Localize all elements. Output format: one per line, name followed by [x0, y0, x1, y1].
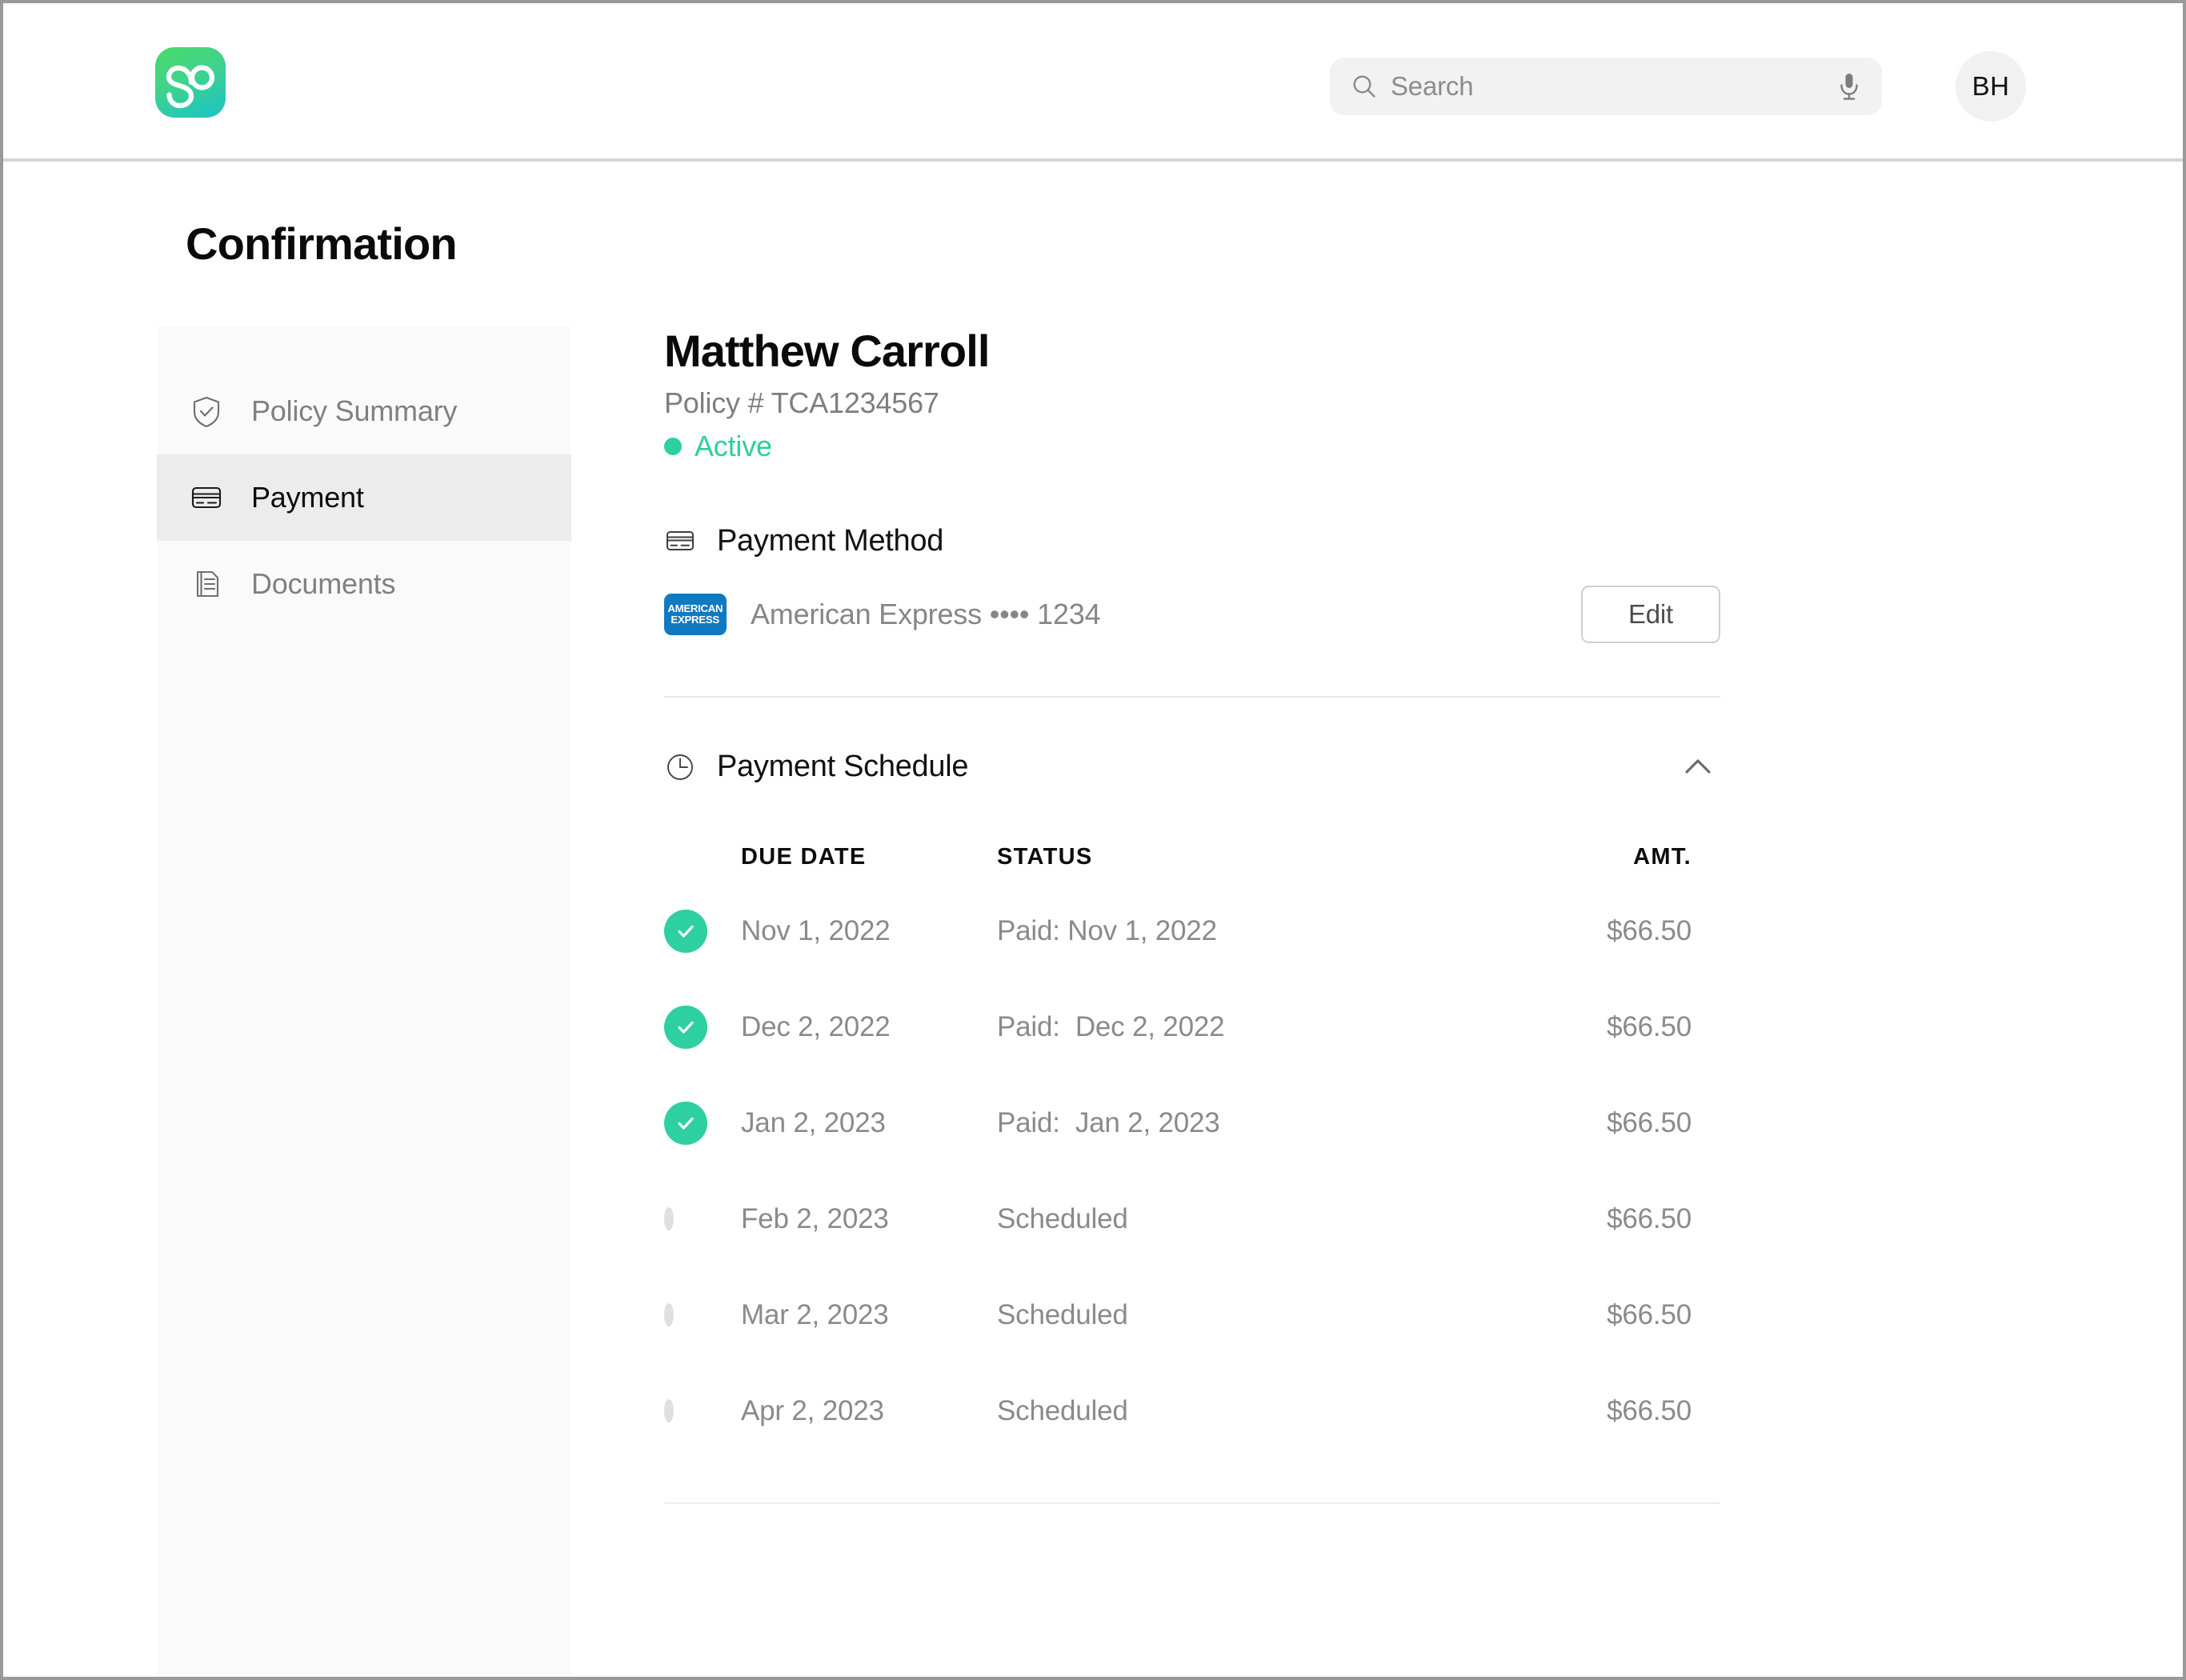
cell-amount: $66.50 — [1607, 1394, 1692, 1426]
sidebar-item-label: Payment — [251, 481, 364, 514]
search-bar[interactable] — [1330, 58, 1882, 115]
column-header-due-date: DUE DATE — [741, 844, 867, 870]
cell-amount: $66.50 — [1607, 1106, 1692, 1138]
row-status-mark — [664, 1398, 741, 1422]
page-title: Confirmation — [186, 218, 458, 269]
row-status-mark — [664, 1302, 741, 1326]
sidebar-item-label: Policy Summary — [251, 394, 458, 427]
payment-schedule-table: DUE DATE STATUS AMT. Nov 1, 2022 Paid: N… — [664, 832, 1720, 1459]
status-dot-icon — [664, 437, 682, 455]
cell-status: Scheduled — [997, 1394, 1128, 1426]
table-row[interactable]: Dec 2, 2022 Paid: Dec 2, 2022 $66.50 — [664, 979, 1720, 1075]
cell-status: Paid: Nov 1, 2022 — [997, 914, 1217, 946]
table-header-row: DUE DATE STATUS AMT. — [664, 832, 1720, 883]
row-status-mark — [664, 1101, 741, 1145]
cell-due-date: Apr 2, 2023 — [741, 1394, 884, 1426]
sidebar: Policy Summary Payment Documents — [157, 326, 571, 1677]
clock-icon — [664, 751, 696, 783]
cell-status: Scheduled — [997, 1298, 1128, 1330]
table-row[interactable]: Apr 2, 2023 Scheduled $66.50 — [664, 1363, 1720, 1459]
sidebar-item-policy-summary[interactable]: Policy Summary — [157, 368, 571, 454]
microphone-icon[interactable] — [1837, 71, 1861, 102]
payment-method-row: AMERICAN EXPRESS American Express •••• 1… — [664, 585, 1720, 643]
row-status-mark — [664, 909, 741, 953]
payment-method-section: Payment Method AMERICAN EXPRESS American… — [664, 524, 1720, 643]
cell-due-date: Mar 2, 2023 — [741, 1298, 889, 1330]
main-content: Matthew Carroll Policy # TCA1234567 Acti… — [664, 326, 1720, 1504]
status-label: Active — [695, 429, 772, 462]
table-row[interactable]: Nov 1, 2022 Paid: Nov 1, 2022 $66.50 — [664, 883, 1720, 979]
cell-status: Scheduled — [997, 1202, 1128, 1234]
cell-status: Paid: Dec 2, 2022 — [997, 1010, 1225, 1042]
row-status-mark — [664, 1005, 741, 1049]
check-circle-icon — [664, 909, 707, 953]
sidebar-item-label: Documents — [251, 567, 396, 600]
cell-status: Paid: Jan 2, 2023 — [997, 1106, 1220, 1138]
sidebar-item-payment[interactable]: Payment — [157, 454, 571, 541]
cell-amount: $66.50 — [1607, 1202, 1692, 1234]
amex-card-icon: AMERICAN EXPRESS — [664, 593, 727, 635]
cell-due-date: Jan 2, 2023 — [741, 1106, 886, 1138]
amex-line-2: EXPRESS — [671, 613, 720, 626]
documents-icon — [189, 566, 224, 602]
check-circle-icon — [664, 1101, 707, 1145]
column-header-status: STATUS — [997, 844, 1093, 870]
check-circle-icon — [664, 1005, 707, 1049]
payment-method-card-label: American Express •••• 1234 — [751, 597, 1101, 630]
column-header-amount: AMT. — [1633, 844, 1692, 870]
cell-amount: $66.50 — [1607, 1010, 1692, 1042]
cell-amount: $66.50 — [1607, 1298, 1692, 1330]
amex-line-1: AMERICAN — [667, 602, 723, 615]
table-bottom-divider — [664, 1502, 1720, 1504]
empty-circle-icon — [664, 1206, 674, 1230]
section-divider — [664, 695, 1720, 698]
payment-schedule-title: Payment Schedule — [717, 750, 969, 784]
app-window: BH Confirmation Policy Summary — [0, 0, 2186, 1680]
collapse-section-chevron-up-icon[interactable] — [1676, 745, 1720, 790]
shield-check-icon — [189, 394, 224, 429]
credit-card-icon — [189, 480, 224, 515]
sidebar-item-documents[interactable]: Documents — [157, 541, 571, 627]
search-input[interactable] — [1391, 71, 1837, 102]
policy-number: Policy # TCA1234567 — [664, 386, 939, 419]
row-status-mark — [664, 1206, 741, 1230]
table-row[interactable]: Feb 2, 2023 Scheduled $66.50 — [664, 1171, 1720, 1267]
customer-name: Matthew Carroll — [664, 326, 990, 376]
payment-method-header: Payment Method — [664, 524, 1720, 558]
cell-due-date: Feb 2, 2023 — [741, 1202, 889, 1234]
avatar[interactable]: BH — [1956, 51, 2026, 122]
edit-payment-method-button[interactable]: Edit — [1581, 585, 1720, 643]
table-row[interactable]: Mar 2, 2023 Scheduled $66.50 — [664, 1267, 1720, 1363]
cell-amount: $66.50 — [1607, 914, 1692, 946]
empty-circle-icon — [664, 1398, 674, 1422]
search-icon — [1351, 73, 1378, 100]
status-badge: Active — [664, 430, 1720, 463]
payment-method-title: Payment Method — [717, 523, 944, 558]
table-row[interactable]: Jan 2, 2023 Paid: Jan 2, 2023 $66.50 — [664, 1075, 1720, 1171]
cell-due-date: Nov 1, 2022 — [741, 914, 891, 946]
empty-circle-icon — [664, 1302, 674, 1326]
payment-schedule-header: Payment Schedule — [664, 746, 1720, 789]
cell-due-date: Dec 2, 2022 — [741, 1010, 891, 1042]
top-navigation-bar: BH — [3, 3, 2183, 162]
credit-card-icon — [664, 525, 696, 557]
avatar-initials: BH — [1972, 71, 2010, 101]
simplesurance-logo[interactable] — [155, 47, 226, 118]
